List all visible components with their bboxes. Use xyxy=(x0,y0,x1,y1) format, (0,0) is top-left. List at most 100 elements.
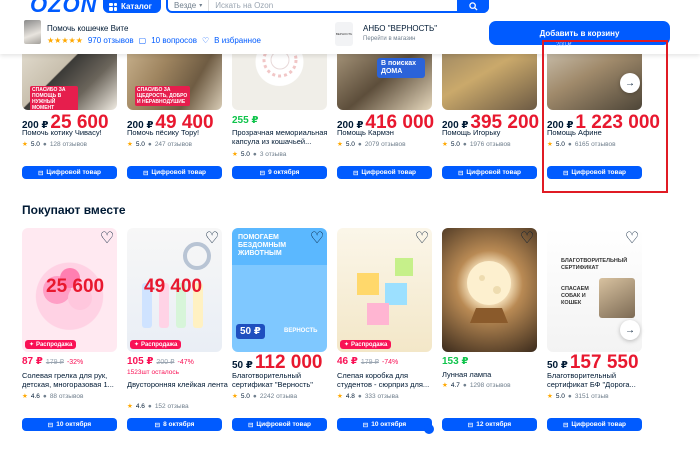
questions-link[interactable]: 10 вопросов xyxy=(151,36,197,45)
fire-icon: ✦ xyxy=(134,342,140,348)
old-price: 179 ₽ xyxy=(360,359,379,366)
price-annotation: 112 000 xyxy=(254,352,323,373)
delivery-button[interactable]: ⊟ Цифровой товар xyxy=(442,166,537,179)
price-annotation: 157 550 xyxy=(569,352,639,373)
ozon-logo[interactable]: OZON xyxy=(30,0,98,18)
sale-badge: ✦ Распродажа xyxy=(130,340,182,349)
product-title[interactable]: Солевая грелка для рук, детская, многора… xyxy=(22,371,127,389)
image-brand-label: ВЕРНОСТЬ xyxy=(284,328,318,334)
product-title[interactable]: Помощь Афине xyxy=(547,128,652,137)
delivery-button[interactable]: ⊟ Цифровой товар xyxy=(22,166,117,179)
product-title[interactable]: Помощь Кармэн xyxy=(337,128,442,137)
image-price-label: 50 ₽ xyxy=(236,324,265,339)
heart-icon[interactable]: ♡ xyxy=(310,230,324,247)
product-rating: ★ 5.0 ● 2242 отзыва xyxy=(232,392,298,401)
product-title[interactable]: Помочь кошечке Вите xyxy=(47,24,128,33)
product-price: 87 ₽179 ₽ -32% xyxy=(22,356,84,367)
discount: -47% xyxy=(177,359,194,366)
chat-icon[interactable] xyxy=(424,424,434,434)
delivery-button[interactable]: ⊟ Цифровой товар xyxy=(547,418,642,431)
search-input[interactable]: Искать на Ozon xyxy=(209,1,273,10)
delivery-button[interactable]: ⊟ Цифровой товар xyxy=(127,166,222,179)
review-icon: ● xyxy=(42,140,47,148)
product-title[interactable]: Лунная лампа xyxy=(442,370,547,379)
store-name[interactable]: АНБО "ВЕРНОСТЬ" xyxy=(363,24,437,33)
store-logo[interactable]: ВЕРНОСТЬ xyxy=(335,22,353,46)
product-price: 105 ₽200 ₽ -47% xyxy=(127,356,194,367)
product-thumbnail[interactable] xyxy=(24,20,41,44)
carousel-next-button[interactable]: → xyxy=(620,73,640,93)
reviews-link[interactable]: 970 отзывов xyxy=(88,36,134,45)
heart-icon: ♡ xyxy=(201,36,210,45)
search-button[interactable] xyxy=(457,0,489,13)
product-meta: ★★★★★ 970 отзывов ▢ 10 вопросов ♡ В избр… xyxy=(47,36,261,45)
product-title[interactable]: Двусторонняя клейкая лента xyxy=(127,380,232,389)
cart-icon: ⊟ xyxy=(142,169,149,177)
questions-icon: ▢ xyxy=(138,36,147,45)
delivery-button[interactable]: ⊟ Цифровой товар xyxy=(337,166,432,179)
delivery-button[interactable]: ⊟ 12 октября xyxy=(442,418,537,431)
price-annotation: 49 400 xyxy=(144,276,203,297)
heart-icon[interactable]: ♡ xyxy=(520,230,534,247)
search-scope-label: Везде xyxy=(174,1,197,10)
product-rating: ★ 5.0 ● 6165 отзывов xyxy=(547,140,616,149)
discount: -32% xyxy=(66,359,84,366)
product-title[interactable]: Слепая коробка для студентов - сюрприз д… xyxy=(337,371,442,389)
fire-icon: ✦ xyxy=(344,342,350,348)
delivery-button[interactable]: ⊟ Цифровой товар xyxy=(547,166,642,179)
product-rating: ★ 4.6 ● 152 отзыва xyxy=(127,402,189,411)
product-title[interactable]: Прозрачная мемориальная капсула из кошач… xyxy=(232,128,337,146)
delivery-button[interactable]: ⊟ 9 октября xyxy=(232,166,327,179)
cart-icon: ⊟ xyxy=(457,169,464,177)
fire-icon: ✦ xyxy=(29,342,35,348)
delivery-button[interactable]: ⊟ 10 октября xyxy=(22,418,117,431)
catalog-button[interactable]: Каталог xyxy=(103,0,161,13)
product-title[interactable]: Помочь котику Чивасу! xyxy=(22,128,127,137)
section-title: Покупают вместе xyxy=(22,203,126,217)
image-label: ПОМОГАЕМ БЕЗДОМНЫМ ЖИВОТНЫМ xyxy=(238,234,287,257)
delivery-button[interactable]: ⊟ 10 октября xyxy=(337,418,432,431)
delivery-button[interactable]: ⊟ Цифровой товар xyxy=(232,418,327,431)
product-rating: ★ 4.8 ● 333 отзыва xyxy=(337,392,399,401)
search-icon xyxy=(468,2,478,11)
heart-icon[interactable]: ♡ xyxy=(100,230,114,247)
top-bar: OZON Каталог Везде ▾ Искать на Ozon xyxy=(0,0,700,17)
product-rating: ★ 5.0 ● 3151 отзыв xyxy=(547,392,609,401)
stock-left: 1523шт осталось xyxy=(127,369,179,376)
product-rating: ★ 5.0 ● 128 отзывов xyxy=(22,140,88,149)
product-price: 255 ₽ xyxy=(232,115,259,126)
image-label: В поисках ДОМА xyxy=(377,58,425,78)
image-label: СПАСИБО ЗА ПОМОЩЬ В НУЖНЫЙ МОМЕНТ xyxy=(30,86,78,110)
image-label-2: СПАСАЕМ СОБАК И КОШЕК xyxy=(561,286,589,306)
heart-icon[interactable]: ♡ xyxy=(205,230,219,247)
price-annotation: 25 600 xyxy=(46,276,105,297)
product-rating: ★ 4.6 ● 88 отзывов xyxy=(22,392,84,401)
carousel-next-button[interactable]: → xyxy=(620,320,640,340)
product-title[interactable]: Благотворительный сертификат "Верность" xyxy=(232,371,337,389)
favorites-link[interactable]: В избранное xyxy=(214,36,261,45)
cart-icon: ⊟ xyxy=(467,421,474,429)
product-price: 153 ₽ xyxy=(442,356,469,367)
add-to-cart-button[interactable]: Добавить в корзину xyxy=(489,21,670,45)
store-logo-text: ВЕРНОСТЬ xyxy=(335,32,353,36)
cart-icon: ⊟ xyxy=(154,421,161,429)
image-label: СПАСИБО ЗА ЩЕДРОСТЬ, ДОБРО И НЕРАВНОДУШИ… xyxy=(135,86,190,106)
product-title[interactable]: Благотворительный сертификат БФ "Дорога.… xyxy=(547,371,652,389)
sticky-product-bar: Помочь кошечке Вите ★★★★★ 970 отзывов ▢ … xyxy=(0,14,700,54)
product-title[interactable]: Помощь Игорьку xyxy=(442,128,547,137)
cart-icon: ⊟ xyxy=(562,169,569,177)
delivery-button[interactable]: ⊟ 8 октября xyxy=(127,418,222,431)
old-price: 200 ₽ xyxy=(156,359,175,366)
product-rating: ★ 4.7 ● 1298 отзывов xyxy=(442,381,511,390)
dog-photo xyxy=(599,278,635,318)
store-link[interactable]: Перейти в магазин xyxy=(363,36,416,42)
heart-icon[interactable]: ♡ xyxy=(415,230,429,247)
cart-icon: ⊟ xyxy=(37,169,44,177)
product-rating: ★ 5.0 ● 1976 отзывов xyxy=(442,140,511,149)
search-bar[interactable]: Везде ▾ Искать на Ozon xyxy=(166,0,489,13)
search-scope-select[interactable]: Везде ▾ xyxy=(168,0,210,11)
add-to-cart-price: 200 ₽ xyxy=(556,42,572,48)
heart-icon[interactable]: ♡ xyxy=(625,230,639,247)
product-title[interactable]: Помочь пёсику Тору! xyxy=(127,128,232,137)
discount: -74% xyxy=(381,359,399,366)
